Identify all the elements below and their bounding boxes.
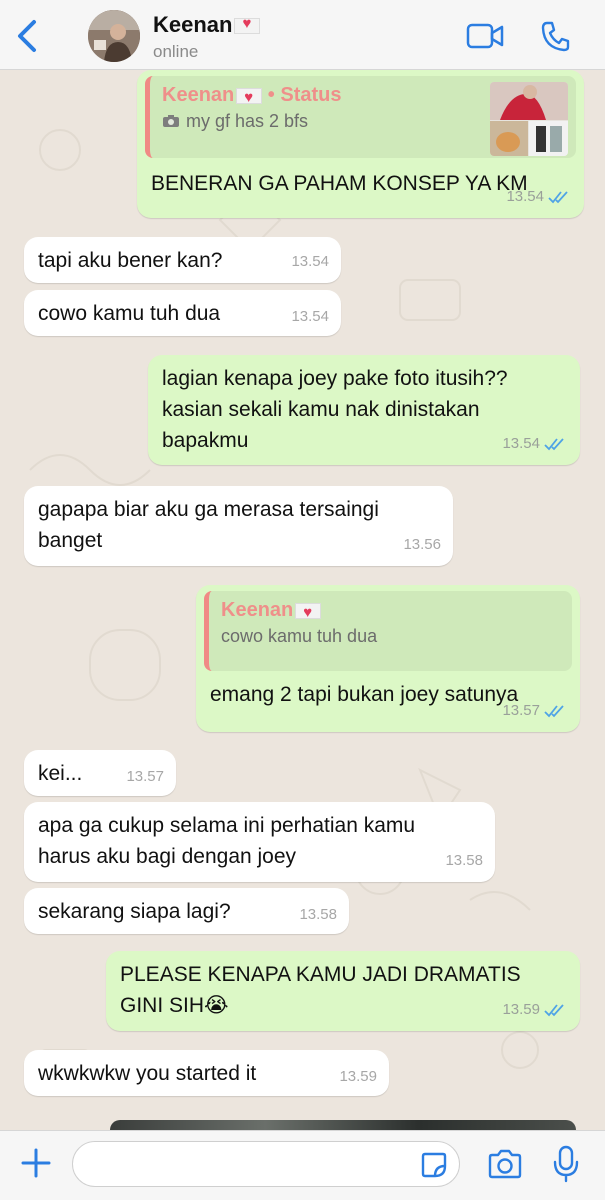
double-check-icon: [544, 704, 564, 717]
video-icon[interactable]: [466, 22, 504, 50]
message-bubble-outgoing[interactable]: Keenan • Status my gf has 2 bfs: [137, 70, 584, 218]
chat-area[interactable]: Keenan • Status my gf has 2 bfs: [0, 70, 605, 1130]
avatar[interactable]: [88, 10, 140, 62]
message-text: cowo kamu tuh dua: [38, 302, 221, 325]
message-meta: 13.57: [502, 695, 568, 726]
message-time: 13.54: [506, 188, 544, 205]
message-bubble-incoming[interactable]: wkwkwkw you started it 13.59: [24, 1050, 389, 1096]
message-bubble-incoming[interactable]: gapapa biar aku ga merasa tersaingi bang…: [24, 486, 453, 566]
message-time: 13.54: [291, 308, 329, 325]
quote-text: cowo kamu tuh dua: [221, 626, 378, 646]
message-meta: 13.56: [403, 529, 441, 560]
microphone-icon[interactable]: [552, 1145, 580, 1183]
message-time: 13.59: [502, 1001, 540, 1018]
message-time: 13.56: [403, 536, 441, 553]
love-letter-icon: [234, 15, 261, 35]
message-meta: 13.58: [299, 899, 337, 930]
message-meta: 13.59: [502, 994, 568, 1025]
message-bubble-incoming[interactable]: cowo kamu tuh dua 13.54: [24, 290, 341, 336]
message-meta: 13.54: [502, 428, 568, 459]
message-bubble-incoming[interactable]: apa ga cukup selama ini perhatian kamu h…: [24, 802, 495, 882]
message-meta: 13.54: [291, 246, 329, 277]
sticker-icon[interactable]: [420, 1151, 448, 1179]
reply-quote[interactable]: Keenan cowo kamu tuh dua: [204, 591, 572, 671]
camera-icon[interactable]: [487, 1149, 523, 1179]
double-check-icon: [544, 1003, 564, 1016]
contact-status: online: [153, 42, 199, 61]
message-text: wkwkwkw you started it: [38, 1062, 257, 1085]
message-time: 13.54: [291, 253, 329, 270]
message-bubble-outgoing[interactable]: lagian kenapa joey pake foto itusih?? ka…: [148, 355, 580, 465]
composer-bar: [0, 1130, 605, 1200]
chevron-left-icon[interactable]: [14, 18, 44, 54]
message-text: gapapa biar aku ga merasa tersaingi bang…: [38, 498, 379, 552]
quote-text: my gf has 2 bfs: [162, 108, 480, 135]
message-text: apa ga cukup selama ini perhatian kamu h…: [38, 814, 416, 868]
message-text: PLEASE KENAPA KAMU JADI DRAMATIS GINI SI…: [120, 963, 521, 1017]
quote-author: Keenan: [221, 597, 560, 626]
plus-icon[interactable]: [20, 1147, 52, 1179]
double-check-icon: [548, 190, 568, 203]
quote-author: Keenan • Status: [162, 82, 480, 111]
message-bubble-outgoing[interactable]: Keenan cowo kamu tuh dua emang 2 tapi bu…: [196, 585, 580, 732]
message-meta: 13.58: [445, 845, 483, 876]
love-letter-icon: [236, 85, 263, 111]
message-bubble-incoming[interactable]: tapi aku bener kan? 13.54: [24, 237, 341, 283]
message-meta: 13.54: [291, 301, 329, 332]
message-meta: 13.54: [506, 181, 572, 212]
phone-icon[interactable]: [540, 20, 570, 52]
love-letter-icon: [295, 600, 322, 626]
message-bubble-incoming[interactable]: sekarang siapa lagi? 13.58: [24, 888, 349, 934]
status-thumbnail: [490, 82, 568, 156]
message-bubble-outgoing[interactable]: PLEASE KENAPA KAMU JADI DRAMATIS GINI SI…: [106, 951, 580, 1031]
camera-icon: [162, 109, 180, 135]
double-check-icon: [544, 437, 564, 450]
message-input[interactable]: [72, 1141, 460, 1187]
message-time: 13.58: [445, 852, 483, 869]
message-text: tapi aku bener kan?: [38, 249, 223, 272]
message-time: 13.57: [502, 702, 540, 719]
chat-header: Keenan online: [0, 0, 605, 70]
message-text: sekarang siapa lagi?: [38, 900, 231, 923]
message-time: 13.59: [339, 1068, 377, 1085]
message-time: 13.54: [502, 435, 540, 452]
message-meta: 13.57: [126, 761, 164, 792]
contact-name[interactable]: Keenan: [153, 12, 261, 38]
status-reply-quote[interactable]: Keenan • Status my gf has 2 bfs: [145, 76, 576, 158]
message-time: 13.57: [126, 768, 164, 785]
message-time: 13.58: [299, 906, 337, 923]
message-meta: 13.59: [339, 1061, 377, 1092]
message-bubble-incoming[interactable]: kei... 13.57: [24, 750, 176, 796]
